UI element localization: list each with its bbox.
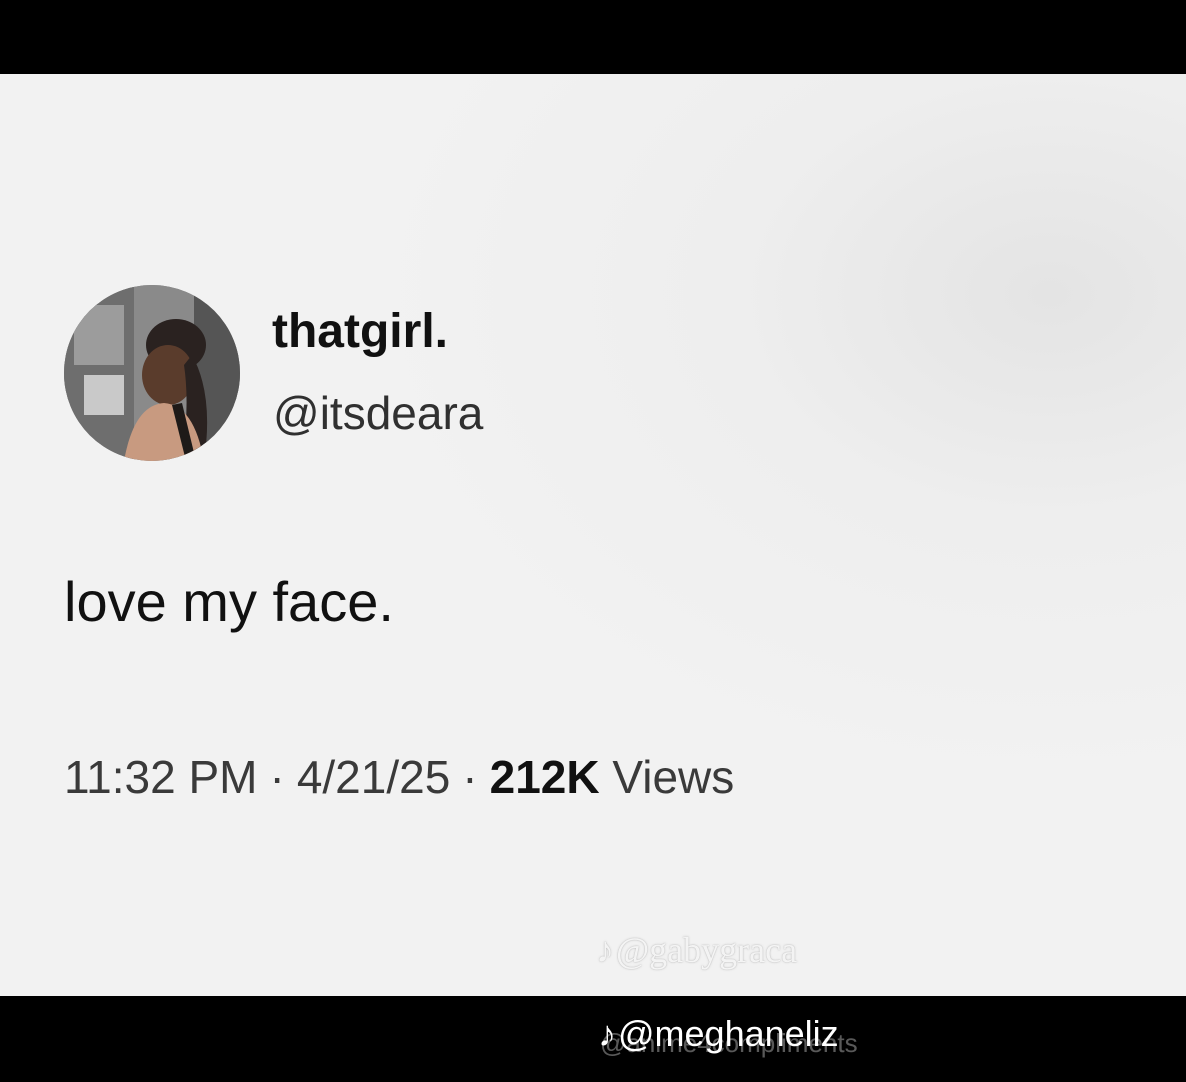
meta-separator: · [462, 751, 478, 803]
views-label: Views [612, 751, 735, 803]
watermark-bottom: ♪@meghaneliz [598, 1016, 839, 1052]
meta-separator: · [269, 751, 285, 803]
user-handle[interactable]: @itsdeara [273, 390, 483, 436]
watermark-bottom-handle: @meghaneliz [618, 1013, 839, 1054]
tweet-time[interactable]: 11:32 PM [64, 751, 257, 803]
tweet-screenshot: thatgirl. @itsdeara love my face. 11:32 … [0, 74, 1186, 996]
avatar-photo-icon [64, 285, 240, 461]
tweet-meta: 11:32 PM · 4/21/25 · 212K Views [64, 754, 734, 800]
views-count[interactable]: 212K [490, 751, 600, 803]
display-name[interactable]: thatgirl. [272, 308, 448, 356]
tweet-date[interactable]: 4/21/25 [297, 751, 450, 803]
watermark-faint-handle: @gabygraca [616, 930, 798, 970]
tiktok-icon: ♪ [598, 1013, 616, 1054]
letterbox-bottom [0, 996, 1186, 1082]
avatar[interactable] [64, 285, 240, 461]
letterbox-top [0, 0, 1186, 74]
tweet-text: love my face. [64, 570, 394, 633]
watermark-faint: ♪@gabygraca [596, 932, 797, 968]
tiktok-icon: ♪ [596, 930, 614, 970]
video-frame: thatgirl. @itsdeara love my face. 11:32 … [0, 0, 1186, 1082]
